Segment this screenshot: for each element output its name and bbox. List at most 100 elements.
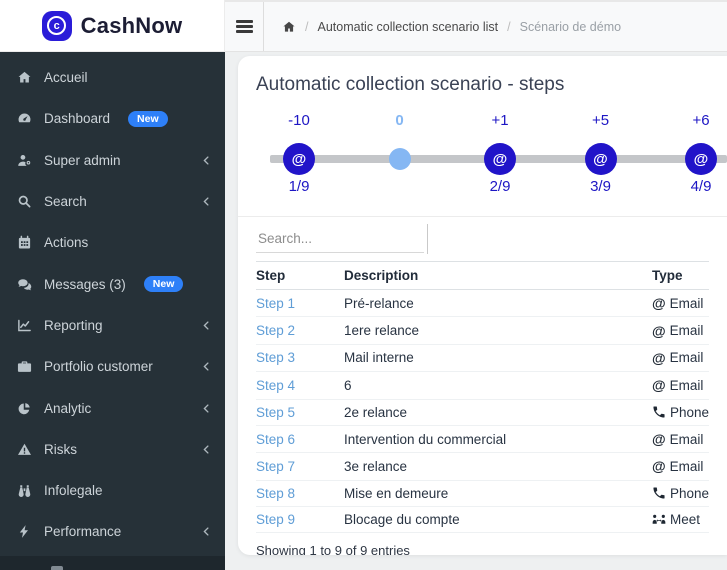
timeline-step-count-label: 4/9 xyxy=(691,178,712,195)
at-icon[interactable]: @ xyxy=(484,143,516,175)
type-cell: Meet xyxy=(652,507,709,533)
step-link[interactable]: Step 1 xyxy=(256,296,295,311)
search-row xyxy=(256,217,709,261)
type-cell: @Email xyxy=(652,317,709,344)
description-cell: 3e relance xyxy=(344,453,652,480)
at-icon[interactable]: @ xyxy=(283,143,315,175)
chevron-left-icon xyxy=(201,403,212,414)
breadcrumb-separator: / xyxy=(507,20,510,34)
column-header-description[interactable]: Description xyxy=(344,262,652,290)
breadcrumb-item-automatic-collection-scenario-list[interactable]: Automatic collection scenario list xyxy=(317,20,498,34)
meet-icon xyxy=(652,513,666,527)
at-icon[interactable]: @ xyxy=(585,143,617,175)
sidebar-item-label: Portfolio customer xyxy=(44,359,153,374)
type-cell: @Email xyxy=(652,290,709,317)
phone-icon xyxy=(652,405,666,419)
step-link[interactable]: Step 8 xyxy=(256,486,295,501)
type-label: Email xyxy=(670,350,704,365)
sidebar-item-accueil[interactable]: Accueil xyxy=(0,57,225,98)
sidebar-item-performance[interactable]: Performance xyxy=(0,511,225,552)
chevron-left-icon xyxy=(201,526,212,537)
description-cell: Intervention du commercial xyxy=(344,425,652,452)
description-cell: Blocage du compte xyxy=(344,507,652,533)
step-cell: Step 8 xyxy=(256,480,344,506)
timeline-step-count-label: 1/9 xyxy=(289,178,310,195)
column-header-step[interactable]: Step xyxy=(256,262,344,290)
home-icon[interactable] xyxy=(282,20,296,34)
sidebar-item-super-admin[interactable]: Super admin xyxy=(0,140,225,181)
sidebar-item-label: Messages (3) xyxy=(44,277,126,292)
sidebar-item-label: Search xyxy=(44,194,87,209)
new-badge: New xyxy=(128,111,168,128)
chevron-left-icon xyxy=(201,320,212,331)
step-cell: Step 9 xyxy=(256,507,344,533)
sidebar-item-label: Accueil xyxy=(44,70,88,85)
type-cell: Phone xyxy=(652,399,709,425)
search-icon xyxy=(15,194,33,210)
email-icon: @ xyxy=(652,295,666,311)
dashboard-icon xyxy=(15,111,33,127)
step-cell: Step 3 xyxy=(256,344,344,371)
step-link[interactable]: Step 5 xyxy=(256,405,295,420)
sidebar-item-portfolio-customer[interactable]: Portfolio customer xyxy=(0,346,225,387)
search-input[interactable] xyxy=(256,225,424,253)
type-cell: @Email xyxy=(652,453,709,480)
timeline-step-count-label: 3/9 xyxy=(590,178,611,195)
hamburger-icon xyxy=(236,18,253,36)
step-link[interactable]: Step 7 xyxy=(256,459,295,474)
step-link[interactable]: Step 9 xyxy=(256,512,295,527)
sidebar-item-analytic[interactable]: Analytic xyxy=(0,387,225,428)
sidebar-item-label: Risks xyxy=(44,442,77,457)
table-row: Step 6 Intervention du commercial@Email xyxy=(256,425,709,452)
sidebar-item-dashboard[interactable]: DashboardNew xyxy=(0,98,225,139)
breadcrumb: /Automatic collection scenario list/Scén… xyxy=(264,2,621,51)
step-link[interactable]: Step 4 xyxy=(256,378,295,393)
step-link[interactable]: Step 2 xyxy=(256,323,295,338)
sidebar-item-risks[interactable]: Risks xyxy=(0,429,225,470)
step-link[interactable]: Step 6 xyxy=(256,432,295,447)
sidebar-item-actions[interactable]: Actions xyxy=(0,222,225,263)
timeline-day-label: +6 xyxy=(692,112,709,129)
table-body: Step 1Pré-relance@EmailStep 21ere relanc… xyxy=(256,290,709,533)
sidebar-menu: Accueil DashboardNewSuper admin Search Acti… xyxy=(0,52,225,570)
cashnow-logo-icon: c xyxy=(42,11,72,41)
sidebar-item-label: Actions xyxy=(44,235,88,250)
table-row: Step 3Mail interne@Email xyxy=(256,344,709,371)
at-icon[interactable]: @ xyxy=(685,143,717,175)
step-link[interactable]: Step 3 xyxy=(256,350,295,365)
brand-header[interactable]: c CashNow xyxy=(0,0,225,52)
sidebar-item-label: Analytic xyxy=(44,401,91,416)
breadcrumb-item-sc-nario-de-d-mo: Scénario de démo xyxy=(520,20,621,34)
brand-name: CashNow xyxy=(81,13,183,39)
page-title: Automatic collection scenario - steps xyxy=(256,74,709,96)
topbar: /Automatic collection scenario list/Scén… xyxy=(225,0,727,52)
type-label: Email xyxy=(670,459,704,474)
type-cell: Phone xyxy=(652,480,709,506)
messages-icon xyxy=(15,276,33,292)
column-header-type[interactable]: Type xyxy=(652,262,709,290)
phone-icon xyxy=(652,486,666,500)
reporting-icon xyxy=(15,317,33,333)
sidebar-item-search[interactable]: Search xyxy=(0,181,225,222)
sidebar-toggle-button[interactable] xyxy=(225,2,264,51)
step-cell: Step 2 xyxy=(256,317,344,344)
user-admin-icon xyxy=(15,152,33,168)
email-icon: @ xyxy=(652,323,666,339)
table-footer: Showing 1 to 9 of 9 entries xyxy=(256,533,709,555)
sidebar-item-label: Infolegale xyxy=(44,483,103,498)
timeline-day-label: 0 xyxy=(395,112,403,129)
sidebar-item-messages-3[interactable]: Messages (3)New xyxy=(0,263,225,304)
table-row: Step 1Pré-relance@Email xyxy=(256,290,709,317)
description-cell: 2e relance xyxy=(344,399,652,425)
risks-icon xyxy=(15,441,33,457)
email-icon: @ xyxy=(652,350,666,366)
type-cell: @Email xyxy=(652,425,709,452)
sidebar-item-partial[interactable] xyxy=(0,556,225,570)
sidebar-item-reporting[interactable]: Reporting xyxy=(0,305,225,346)
description-cell: Mise en demeure xyxy=(344,480,652,506)
analytic-icon xyxy=(15,400,33,416)
table-row: Step 46@Email xyxy=(256,372,709,399)
type-label: Phone xyxy=(670,486,709,501)
sidebar-item-infolegale[interactable]: Infolegale xyxy=(0,470,225,511)
current-position-dot[interactable] xyxy=(389,148,411,170)
